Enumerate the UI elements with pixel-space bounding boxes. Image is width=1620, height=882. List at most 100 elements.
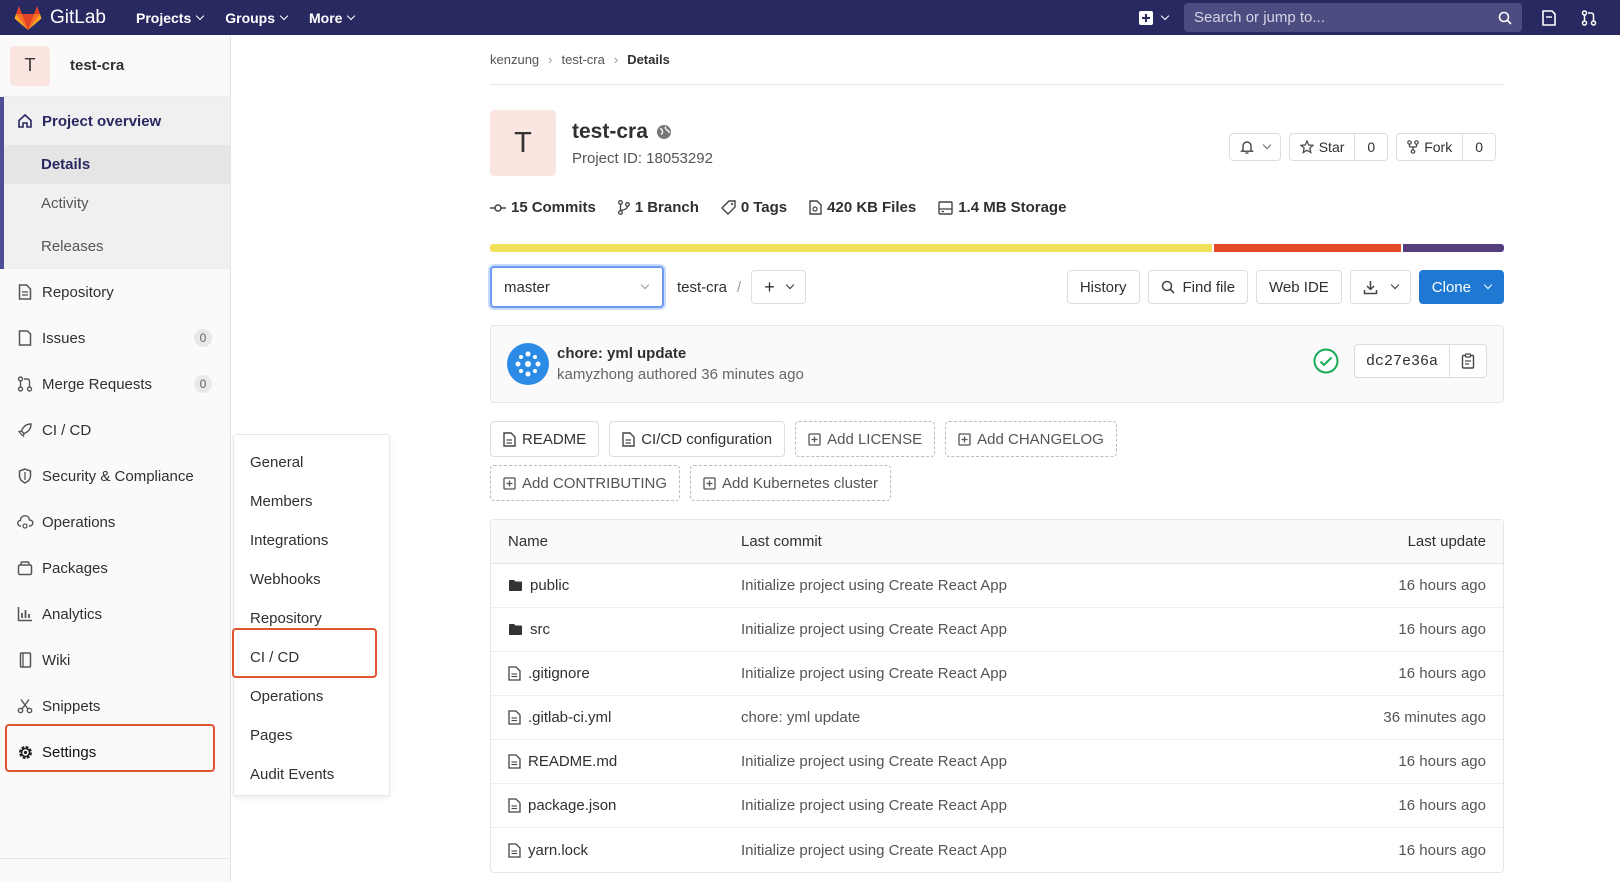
stat-branches[interactable]: 1 Branch bbox=[617, 199, 703, 216]
flyout-item-general[interactable]: General bbox=[234, 443, 389, 482]
flyout-item-operations[interactable]: Operations bbox=[234, 677, 389, 716]
branch-selector[interactable]: master bbox=[490, 266, 664, 308]
nav-groups[interactable]: Groups bbox=[225, 10, 289, 26]
file-name-link[interactable]: src bbox=[530, 621, 550, 638]
repo-path[interactable]: test-cra bbox=[677, 279, 727, 296]
sidebar-item-analytics[interactable]: Analytics bbox=[0, 591, 230, 637]
breadcrumb-current[interactable]: Details bbox=[627, 52, 670, 67]
file-name-link[interactable]: .gitlab-ci.yml bbox=[528, 709, 611, 726]
add-to-tree-button[interactable]: + bbox=[751, 270, 806, 304]
sidebar-item-repository[interactable]: Repository bbox=[0, 269, 230, 315]
new-item-button[interactable] bbox=[1139, 10, 1170, 25]
star-count[interactable]: 0 bbox=[1354, 134, 1387, 160]
sidebar-sub-activity[interactable]: Activity bbox=[4, 184, 230, 223]
web-ide-button[interactable]: Web IDE bbox=[1256, 270, 1342, 304]
sidebar-item-label: Project overview bbox=[42, 112, 162, 130]
file-name-link[interactable]: README.md bbox=[528, 753, 617, 770]
commit-title[interactable]: chore: yml update bbox=[557, 345, 804, 362]
breadcrumb-project[interactable]: test-cra bbox=[562, 52, 605, 67]
stat-files[interactable]: 420 KB Files bbox=[809, 199, 920, 216]
stat-storage[interactable]: 1.4 MB Storage bbox=[938, 199, 1070, 216]
sidebar-item-operations[interactable]: Operations bbox=[0, 499, 230, 545]
document-icon bbox=[503, 431, 516, 447]
last-commit-link[interactable]: Initialize project using Create React Ap… bbox=[741, 753, 1303, 770]
flyout-item-integrations[interactable]: Integrations bbox=[234, 521, 389, 560]
last-commit-link[interactable]: Initialize project using Create React Ap… bbox=[741, 621, 1303, 638]
sidebar-item-project-overview[interactable]: Project overview bbox=[4, 97, 230, 145]
author-avatar[interactable] bbox=[507, 343, 549, 385]
table-row[interactable]: .gitignore Initialize project using Creat… bbox=[491, 652, 1503, 696]
notification-button[interactable] bbox=[1228, 133, 1281, 161]
quick-link-add-contributing[interactable]: Add CONTRIBUTING bbox=[490, 465, 681, 501]
star-button[interactable]: Star bbox=[1290, 134, 1355, 160]
last-commit-link[interactable]: Initialize project using Create React Ap… bbox=[741, 797, 1303, 814]
file-name-link[interactable]: package.json bbox=[528, 797, 616, 814]
commit-sha[interactable]: dc27e36a bbox=[1355, 345, 1450, 377]
table-row[interactable]: yarn.lock Initialize project using Create… bbox=[491, 828, 1503, 872]
sidebar-item-snippets[interactable]: Snippets bbox=[0, 683, 230, 729]
fork-button[interactable]: Fork bbox=[1397, 134, 1462, 160]
quick-link-add-changelog[interactable]: Add CHANGELOG bbox=[945, 421, 1117, 457]
table-row[interactable]: README.md Initialize project using Create… bbox=[491, 740, 1503, 784]
sidebar-item-packages[interactable]: Packages bbox=[0, 545, 230, 591]
fork-count[interactable]: 0 bbox=[1462, 134, 1495, 160]
collapse-sidebar-button[interactable] bbox=[0, 858, 230, 882]
table-row[interactable]: public Initialize project using Create Re… bbox=[491, 564, 1503, 608]
project-header: T test-cra Project ID: 18053292 Star 0 F… bbox=[490, 85, 1504, 185]
merge-requests-button[interactable] bbox=[1580, 9, 1598, 27]
chart-icon bbox=[16, 605, 34, 623]
download-button[interactable] bbox=[1349, 270, 1411, 304]
sidebar-sub-releases[interactable]: Releases bbox=[4, 223, 230, 269]
sidebar-sub-details[interactable]: Details bbox=[4, 145, 230, 184]
quick-link-ci-cd-configuration[interactable]: CI/CD configuration bbox=[609, 421, 786, 457]
sidebar-item-wiki[interactable]: Wiki bbox=[0, 637, 230, 683]
sidebar-item-ci-cd[interactable]: CI / CD bbox=[0, 407, 230, 453]
file-name-link[interactable]: .gitignore bbox=[528, 665, 590, 682]
last-commit-link[interactable]: Initialize project using Create React Ap… bbox=[741, 842, 1303, 859]
clone-button[interactable]: Clone bbox=[1418, 270, 1504, 304]
plus-square-icon bbox=[503, 476, 516, 490]
flyout-item-pages[interactable]: Pages bbox=[234, 716, 389, 755]
language-segment[interactable] bbox=[1214, 244, 1401, 252]
stat-tags[interactable]: 0 Tags bbox=[720, 199, 791, 216]
history-button[interactable]: History bbox=[1066, 270, 1140, 304]
copy-sha-button[interactable] bbox=[1450, 345, 1486, 377]
quick-link-add-license[interactable]: Add LICENSE bbox=[795, 421, 936, 457]
last-commit-link[interactable]: Initialize project using Create React Ap… bbox=[741, 577, 1303, 594]
last-commit-link[interactable]: Initialize project using Create React Ap… bbox=[741, 665, 1303, 682]
find-file-button[interactable]: Find file bbox=[1147, 270, 1249, 304]
repository-languages-bar[interactable] bbox=[490, 244, 1504, 252]
gitlab-logo[interactable]: GitLab bbox=[14, 5, 106, 31]
flyout-item-members[interactable]: Members bbox=[234, 482, 389, 521]
file-icon bbox=[508, 710, 521, 725]
flyout-item-audit-events[interactable]: Audit Events bbox=[234, 755, 389, 794]
breadcrumb-namespace[interactable]: kenzung bbox=[490, 52, 539, 67]
table-row[interactable]: src Initialize project using Create React… bbox=[491, 608, 1503, 652]
pipeline-passed-icon[interactable] bbox=[1313, 348, 1339, 374]
flyout-item-webhooks[interactable]: Webhooks bbox=[234, 560, 389, 599]
sidebar-item-merge-requests[interactable]: Merge Requests 0 bbox=[0, 361, 230, 407]
file-name-link[interactable]: yarn.lock bbox=[528, 842, 588, 859]
nav-projects[interactable]: Projects bbox=[136, 10, 205, 26]
sidebar-item-issues[interactable]: Issues 0 bbox=[0, 315, 230, 361]
stat-value: 0 bbox=[740, 199, 750, 216]
stat-commits[interactable]: 15 Commits bbox=[490, 199, 600, 216]
last-commit-link[interactable]: chore: yml update bbox=[741, 709, 1303, 726]
sidebar-project-header[interactable]: T test-cra bbox=[0, 35, 230, 97]
language-segment[interactable] bbox=[490, 244, 1213, 252]
search-input[interactable] bbox=[1194, 9, 1498, 26]
quick-link-readme[interactable]: README bbox=[490, 421, 600, 457]
quick-link-add-kubernetes-cluster[interactable]: Add Kubernetes cluster bbox=[690, 465, 891, 501]
file-tree-table: Name Last commit Last update public Initi… bbox=[490, 519, 1504, 873]
sidebar-item-security[interactable]: Security & Compliance bbox=[0, 453, 230, 499]
file-name-link[interactable]: public bbox=[530, 577, 569, 594]
quick-link-label: README bbox=[522, 430, 587, 448]
table-row[interactable]: .gitlab-ci.yml chore: yml update 36 minute… bbox=[491, 696, 1503, 740]
table-row[interactable]: package.json Initialize project using Cre… bbox=[491, 784, 1503, 828]
language-segment[interactable] bbox=[1403, 244, 1504, 252]
file-icon bbox=[809, 200, 822, 215]
branch-name: master bbox=[504, 278, 550, 296]
todos-button[interactable] bbox=[1540, 9, 1558, 27]
nav-more[interactable]: More bbox=[309, 10, 356, 26]
fork-label: Fork bbox=[1424, 139, 1453, 155]
